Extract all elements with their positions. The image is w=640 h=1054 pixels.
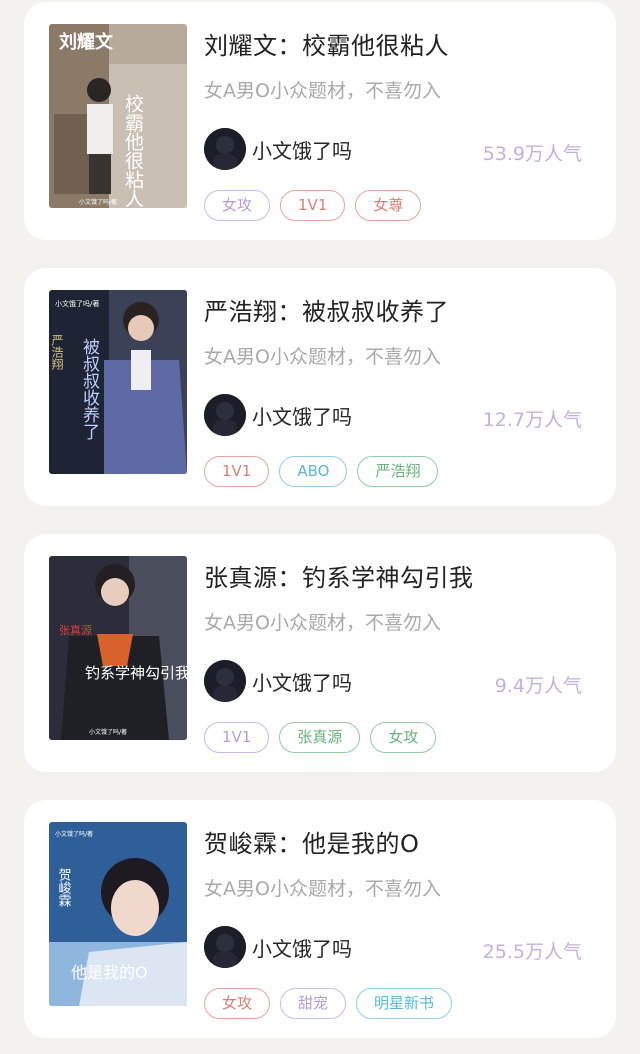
cover-subtitle-text: 他是我的O [71, 963, 148, 982]
book-card[interactable]: 小文饿了吗/著 严浩翔 被叔叔收养了 严浩翔：被叔叔收养了 女A男O小众题材，不… [24, 268, 616, 506]
tag[interactable]: 甜宠 [280, 988, 347, 1019]
tag-list: 女攻 1V1 女尊 [204, 190, 422, 221]
book-card[interactable]: 小文饿了吗/著 贺峻霖 他是我的O 贺峻霖：他是我的O 女A男O小众题材，不喜勿… [24, 800, 616, 1038]
avatar[interactable] [204, 394, 246, 436]
cover-subtitle-text: 校霸他很粘人 [122, 94, 144, 208]
cover-credit-text: 小文饿了吗/著 [55, 299, 99, 308]
tag[interactable]: ABO [279, 456, 348, 487]
book-title[interactable]: 张真源：钓系学神勾引我 [204, 558, 474, 593]
tag[interactable]: 女攻 [204, 988, 271, 1019]
book-description: 女A男O小众题材，不喜勿入 [204, 612, 441, 634]
book-title[interactable]: 刘耀文：校霸他很粘人 [204, 26, 449, 61]
author-row[interactable]: 小文饿了吗 [204, 127, 352, 171]
tag[interactable]: 女攻 [370, 722, 437, 753]
book-card[interactable]: 张真源 钓系学神勾引我 小文饿了吗/著 张真源：钓系学神勾引我 女A男O小众题材… [24, 534, 616, 772]
popularity-count: 25.5万人气 [482, 941, 582, 963]
author-name[interactable]: 小文饿了吗 [252, 933, 352, 962]
author-row[interactable]: 小文饿了吗 [204, 659, 352, 703]
popularity-count: 9.4万人气 [494, 675, 582, 697]
book-cover[interactable]: 刘耀文 校霸他很粘人 小文饿了吗/著 [49, 24, 187, 208]
tag-list: 女攻 甜宠 明星新书 [204, 988, 453, 1019]
cover-subtitle-text: 钓系学神勾引我 [85, 664, 187, 682]
tag[interactable]: 1V1 [204, 456, 270, 487]
tag[interactable]: 1V1 [204, 722, 270, 753]
tag[interactable]: 明星新书 [356, 988, 453, 1019]
book-description: 女A男O小众题材，不喜勿入 [204, 80, 441, 102]
author-name[interactable]: 小文饿了吗 [252, 667, 352, 696]
avatar[interactable] [204, 926, 246, 968]
author-row[interactable]: 小文饿了吗 [204, 925, 352, 969]
popularity-count: 53.9万人气 [482, 143, 582, 165]
popularity-count: 12.7万人气 [482, 409, 582, 431]
tag-list: 1V1 ABO 严浩翔 [204, 456, 439, 487]
tag[interactable]: 1V1 [280, 190, 346, 221]
author-name[interactable]: 小文饿了吗 [252, 135, 352, 164]
book-description: 女A男O小众题材，不喜勿入 [204, 878, 441, 900]
avatar[interactable] [204, 128, 246, 170]
book-list: 刘耀文 校霸他很粘人 小文饿了吗/著 刘耀文：校霸他很粘人 女A男O小众题材，不… [0, 0, 640, 1054]
tag-list: 1V1 张真源 女攻 [204, 722, 437, 753]
cover-credit-text: 小文饿了吗/著 [55, 830, 93, 838]
cover-credit-text: 小文饿了吗/著 [89, 728, 127, 736]
book-title[interactable]: 贺峻霖：他是我的O [204, 824, 419, 859]
tag[interactable]: 女尊 [355, 190, 422, 221]
tag[interactable]: 女攻 [204, 190, 271, 221]
cover-subtitle-text: 被叔叔收养了 [79, 338, 100, 440]
cover-title-text: 严浩翔 [50, 334, 64, 371]
book-cover[interactable]: 张真源 钓系学神勾引我 小文饿了吗/著 [49, 556, 187, 740]
book-cover[interactable]: 小文饿了吗/著 严浩翔 被叔叔收养了 [49, 290, 187, 474]
cover-title-text: 张真源 [59, 623, 92, 637]
book-description: 女A男O小众题材，不喜勿入 [204, 346, 441, 368]
author-name[interactable]: 小文饿了吗 [252, 401, 352, 430]
book-card[interactable]: 刘耀文 校霸他很粘人 小文饿了吗/著 刘耀文：校霸他很粘人 女A男O小众题材，不… [24, 2, 616, 240]
cover-credit-text: 小文饿了吗/著 [79, 198, 117, 206]
tag[interactable]: 张真源 [279, 722, 361, 753]
avatar[interactable] [204, 660, 246, 702]
cover-title-text: 贺峻霖 [56, 868, 72, 907]
book-title[interactable]: 严浩翔：被叔叔收养了 [204, 292, 449, 327]
tag[interactable]: 严浩翔 [357, 456, 439, 487]
cover-title-text: 刘耀文 [59, 31, 114, 53]
book-cover[interactable]: 小文饿了吗/著 贺峻霖 他是我的O [49, 822, 187, 1006]
author-row[interactable]: 小文饿了吗 [204, 393, 352, 437]
